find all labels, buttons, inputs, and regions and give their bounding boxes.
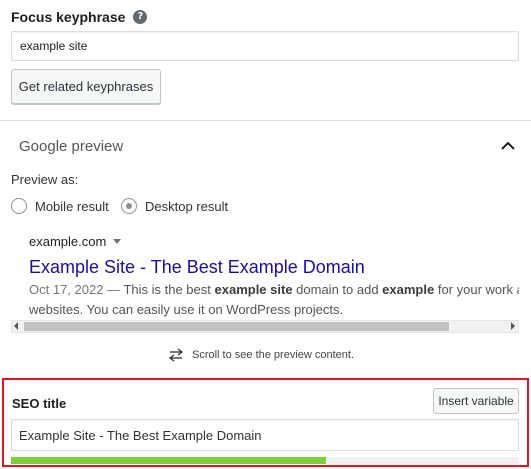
seo-title-progress-fill [11, 457, 326, 464]
seo-title-input[interactable]: Example Site - The Best Example Domain [11, 419, 519, 451]
focus-keyphrase-input[interactable] [11, 31, 519, 61]
chevron-up-icon[interactable] [500, 140, 516, 152]
swap-arrows-icon [168, 348, 184, 362]
google-preview-heading: Google preview [19, 138, 124, 155]
mobile-result-option[interactable]: Mobile result [11, 198, 109, 214]
serp-url: example.com [29, 234, 122, 249]
focus-keyphrase-label-text: Focus keyphrase [11, 9, 126, 25]
serp-desc-bold: example [382, 282, 435, 297]
serp-desc-part: domain to add [292, 282, 383, 297]
serp-desc-part: for your work abc [437, 282, 519, 297]
preview-as-label: Preview as: [11, 172, 79, 187]
scroll-left-arrow-icon[interactable] [14, 322, 18, 330]
desktop-result-label: Desktop result [145, 198, 229, 214]
serp-desc-line2: websites. You can easily use it on WordP… [29, 302, 344, 317]
desktop-result-radio[interactable] [121, 198, 137, 214]
section-divider [0, 120, 531, 121]
serp-dash: — [103, 282, 124, 297]
mobile-result-label: Mobile result [35, 198, 109, 214]
question-mark-icon[interactable]: ? [133, 10, 148, 24]
desktop-result-option[interactable]: Desktop result [121, 198, 228, 214]
scroll-hint-text: Scroll to see the preview content. [192, 349, 355, 361]
serp-title: Example Site - The Best Example Domain [29, 257, 365, 277]
seo-title-label: SEO title [12, 396, 67, 411]
caret-down-icon [113, 239, 122, 244]
serp-description: Oct 17, 2022 — This is the best example … [29, 280, 519, 320]
serp-desc-bold: example site [214, 282, 293, 297]
serp-desc-part: This is the best [123, 282, 215, 297]
serp-url-text: example.com [29, 234, 107, 249]
scroll-right-arrow-icon[interactable] [511, 322, 515, 330]
focus-keyphrase-label: Focus keyphrase ? [11, 9, 148, 25]
serp-date: Oct 17, 2022 [29, 282, 104, 297]
scroll-hint: Scroll to see the preview content. [168, 348, 354, 362]
get-related-keyphrases-button[interactable]: Get related keyphrases [11, 69, 161, 104]
mobile-result-radio[interactable] [11, 198, 27, 214]
scrollbar-thumb[interactable] [24, 322, 449, 331]
insert-variable-button[interactable]: Insert variable [433, 388, 519, 414]
